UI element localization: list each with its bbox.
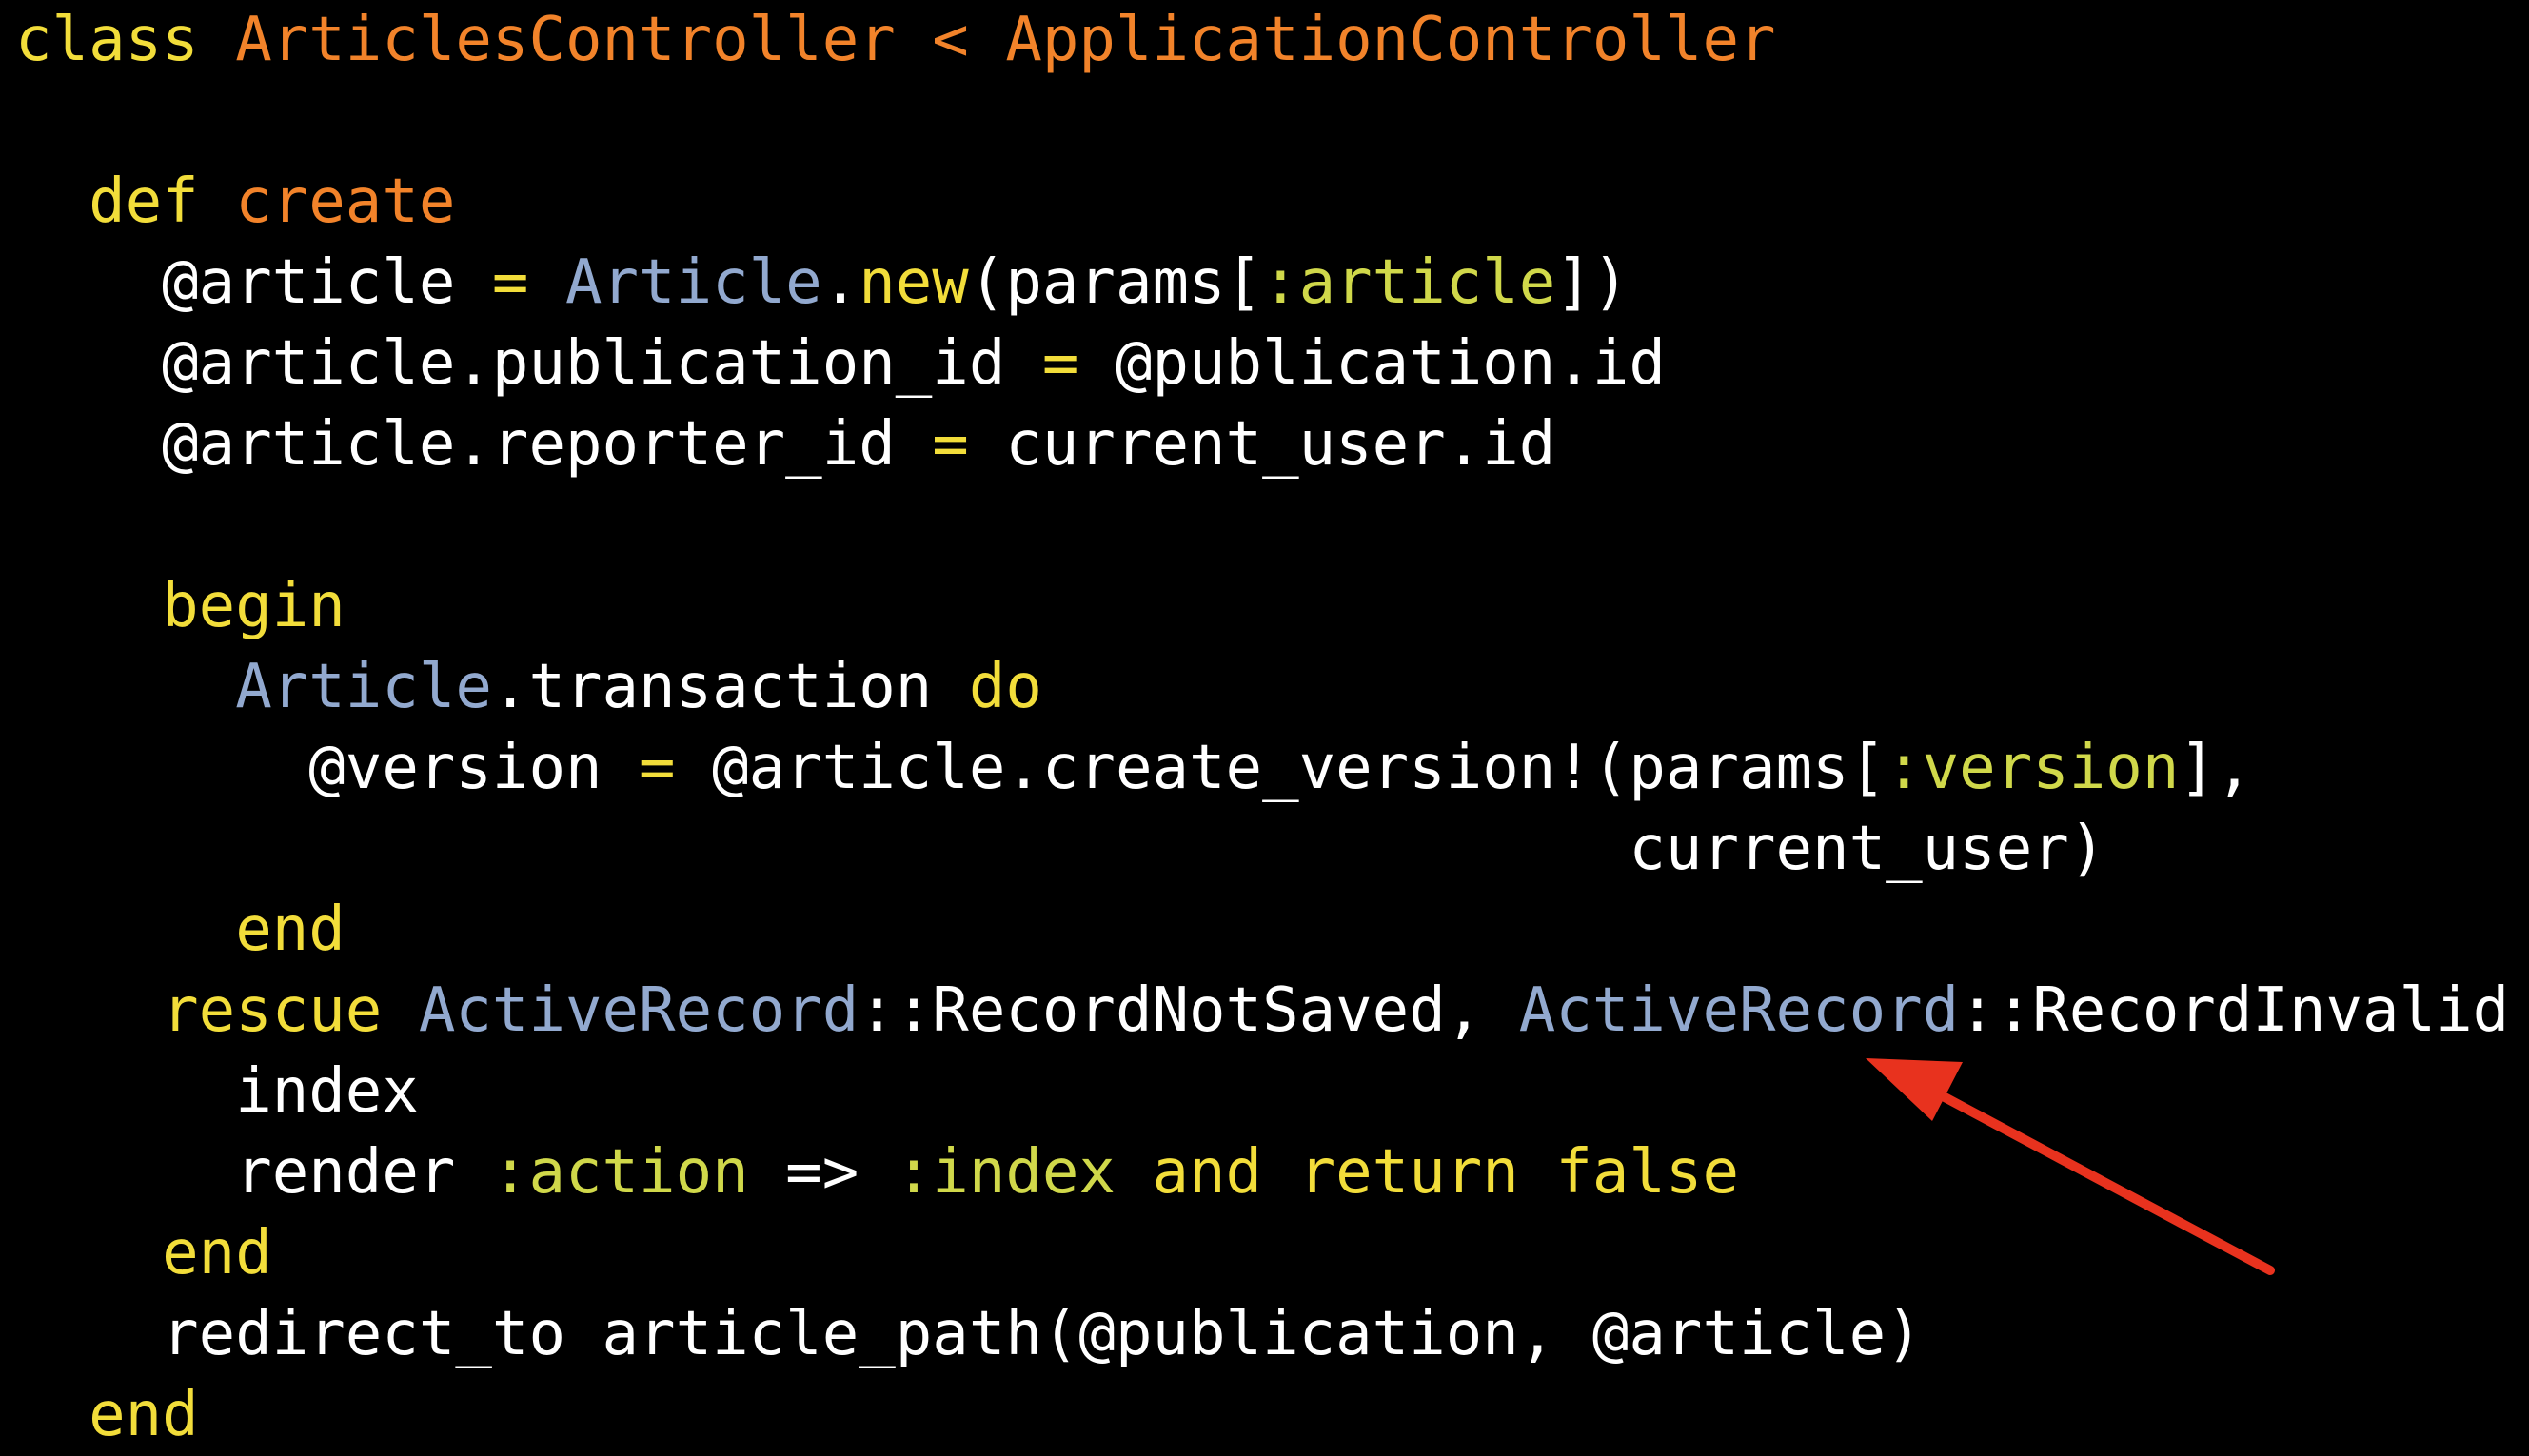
arrow-shaft — [1913, 1078, 2275, 1275]
arrow-head — [1866, 1058, 1963, 1121]
arrow-icon — [1866, 1058, 2275, 1275]
